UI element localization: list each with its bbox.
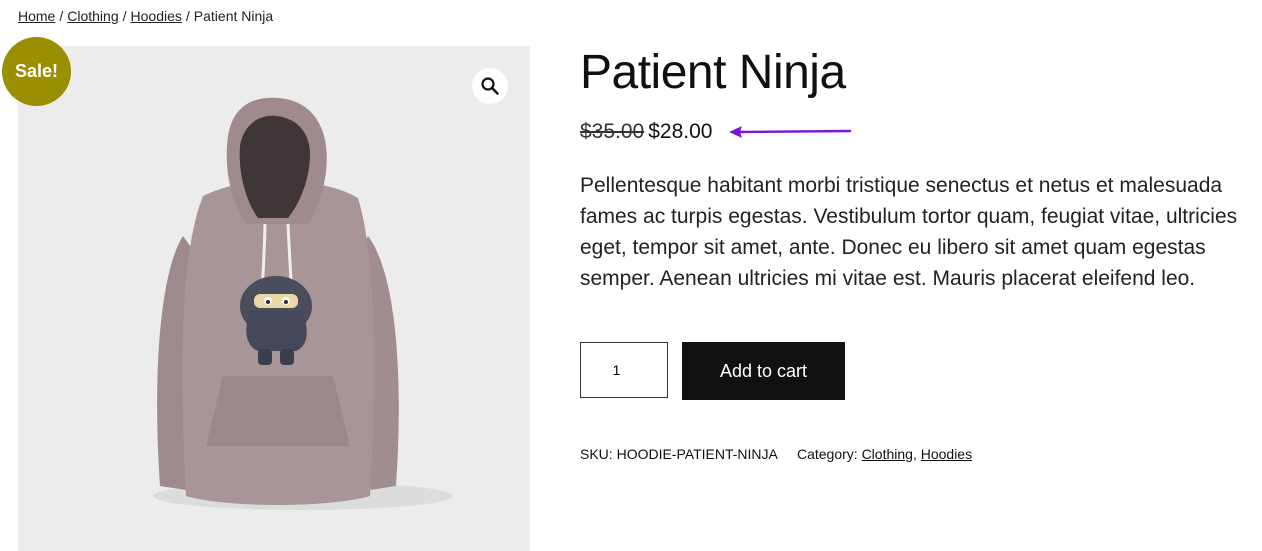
breadcrumb-home-link[interactable]: Home xyxy=(18,8,55,24)
breadcrumb-separator: / xyxy=(185,8,190,24)
category-clothing-link[interactable]: Clothing xyxy=(862,446,913,462)
category-hoodies-link[interactable]: Hoodies xyxy=(921,446,972,462)
category-separator: , xyxy=(912,446,917,462)
breadcrumb-separator: / xyxy=(59,8,64,24)
breadcrumb-clothing-link[interactable]: Clothing xyxy=(67,8,118,24)
product-description: Pellentesque habitant morbi tristique se… xyxy=(580,174,1238,290)
product-summary: Patient Ninja $35.00 $28.00 Pellentesque … xyxy=(580,42,1260,462)
sale-price: $28.00 xyxy=(648,120,713,143)
product-meta: SKU: HOODIE-PATIENT-NINJA Category: Clot… xyxy=(580,446,972,462)
zoom-button[interactable] xyxy=(472,68,508,104)
sale-badge: Sale! xyxy=(2,37,71,106)
breadcrumb-hoodies-link[interactable]: Hoodies xyxy=(131,8,182,24)
product-title: Patient Ninja xyxy=(580,46,846,99)
annotation-arrow-icon xyxy=(729,126,852,138)
quantity-input[interactable] xyxy=(580,342,668,398)
breadcrumb-current: Patient Ninja xyxy=(193,8,274,24)
product-gallery[interactable] xyxy=(18,46,530,551)
sku-label: SKU: xyxy=(580,446,613,462)
regular-price: $35.00 xyxy=(580,120,645,143)
price: $35.00 $28.00 xyxy=(580,120,712,144)
breadcrumb: Home / Clothing / Hoodies / Patient Ninja xyxy=(18,8,273,24)
sku-value: HOODIE-PATIENT-NINJA xyxy=(616,446,778,462)
category-label: Category: xyxy=(796,446,858,462)
add-to-cart-button[interactable]: Add to cart xyxy=(682,342,845,400)
magnifier-icon xyxy=(481,77,499,95)
breadcrumb-separator: / xyxy=(122,8,127,24)
product-image[interactable] xyxy=(18,46,530,551)
